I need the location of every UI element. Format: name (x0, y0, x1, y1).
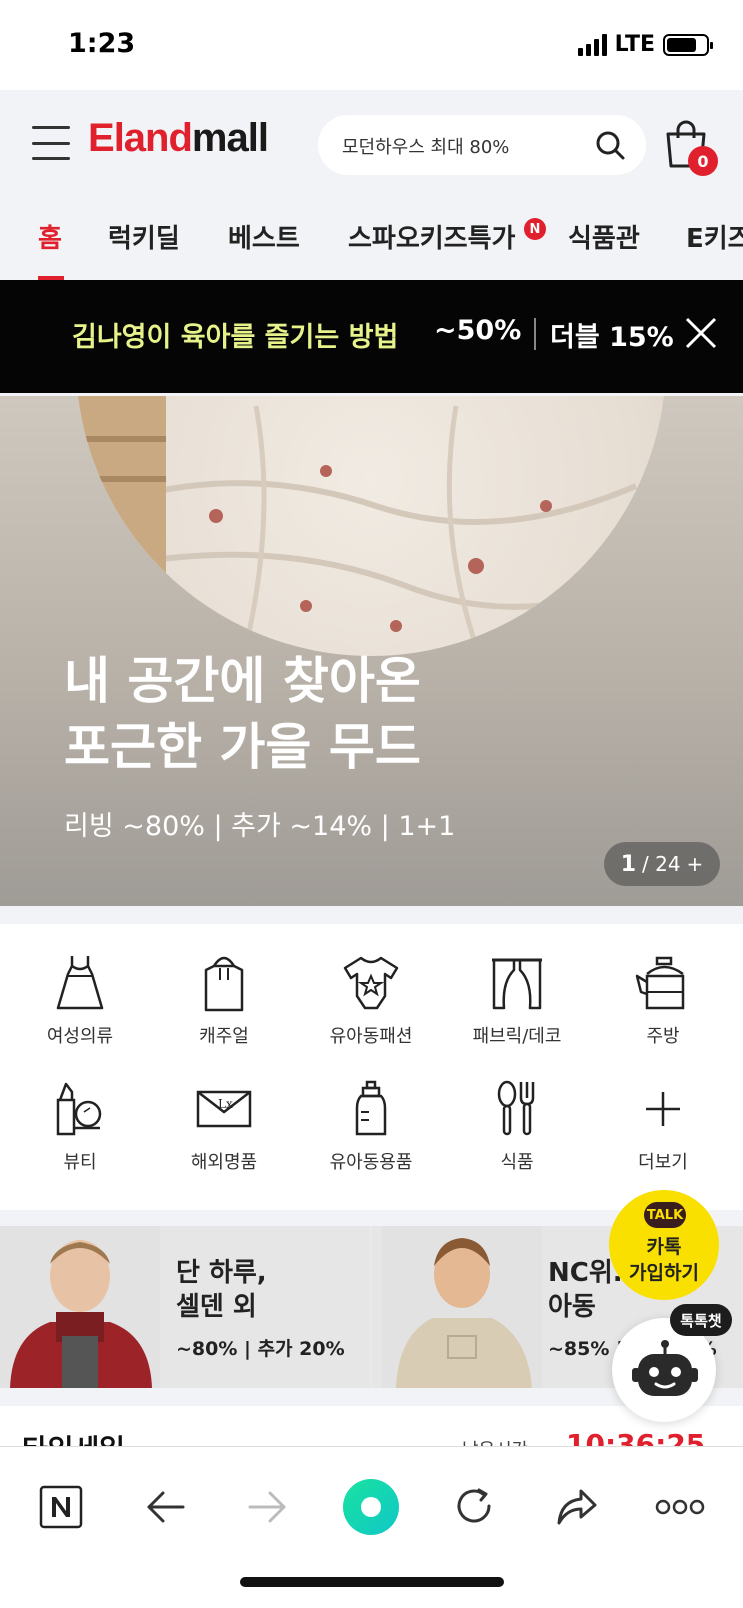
promo-card-selden[interactable]: 단 하루, 셀덴 외 ~80% | 추가 20% (0, 1226, 370, 1388)
slide-counter[interactable]: 1/ 24 + (604, 842, 720, 886)
promo-discount: ~50% (434, 315, 522, 346)
chatbot-button[interactable]: 톡톡챗 (612, 1304, 732, 1422)
cart-button[interactable]: 0 (664, 120, 718, 176)
green-dot-button[interactable] (341, 1477, 401, 1537)
new-badge: N (524, 218, 546, 240)
tab-ekids[interactable]: E키즈 (686, 218, 743, 255)
search-input[interactable]: 모던하우스 최대 80% (342, 133, 509, 159)
naver-home-button[interactable] (31, 1477, 91, 1537)
browser-toolbar (0, 1446, 743, 1608)
dress-icon (56, 956, 104, 1010)
tab-food[interactable]: 식품관 (568, 218, 640, 255)
tab-home[interactable]: 홈 (38, 218, 62, 255)
network-label: LTE (614, 32, 655, 57)
naver-n-icon (39, 1485, 83, 1529)
time-sale-remaining-label: 남은시간 (462, 1436, 528, 1446)
tab-spao-kids[interactable]: 스파오키즈특가 (348, 218, 515, 255)
site-header: Elandmall 모던하우스 최대 80% 0 (0, 90, 743, 198)
refresh-button[interactable] (444, 1477, 504, 1537)
signal-icon (577, 33, 607, 56)
back-button[interactable] (135, 1477, 195, 1537)
robot-icon (632, 1340, 698, 1396)
plus-icon: + (686, 852, 704, 876)
tab-best[interactable]: 베스트 (228, 218, 300, 255)
time-sale-title: 타임세일 (22, 1428, 125, 1446)
plus-icon (646, 1092, 680, 1126)
category-beauty[interactable]: 뷰티 (6, 1078, 154, 1174)
cart-count-badge: 0 (688, 146, 718, 176)
status-bar: 1:23 LTE (0, 0, 743, 90)
baby-bodysuit-icon (343, 956, 399, 1010)
category-kitchen[interactable]: 주방 (589, 952, 737, 1048)
search-icon[interactable] (594, 129, 626, 161)
refresh-icon (457, 1488, 491, 1523)
category-nav: 홈 럭키딜 베스트 스파오키즈특가 N 식품관 E키즈 (0, 198, 743, 280)
time-sale-countdown: 10:36:25 (566, 1428, 706, 1446)
green-dot-icon (343, 1479, 399, 1535)
share-icon (557, 1489, 597, 1525)
ellipsis-icon (655, 1499, 705, 1515)
hero-subtitle: 리빙 ~80% | 추가 ~14% | 1+1 (64, 811, 456, 842)
promo-extra: 더블 15% (550, 322, 674, 353)
kakao-talk-join-button[interactable]: TALK 카톡 가입하기 (609, 1190, 719, 1300)
category-luxury[interactable]: Lx 해외명품 (150, 1078, 298, 1174)
chatbot-label: 톡톡챗 (670, 1304, 732, 1336)
elandmall-logo[interactable]: Elandmall (88, 116, 269, 161)
promo-headline: 김나영이 육아를 즐기는 방법 (72, 322, 399, 353)
hoodie-icon (204, 956, 244, 1012)
promo-card-title: 단 하루, 셀덴 외 (176, 1258, 267, 1322)
time-sale-header: 타임세일 남은시간 10:36:25 (0, 1406, 743, 1446)
tab-lucky-deal[interactable]: 럭키딜 (108, 218, 180, 255)
hero-banner[interactable]: 내 공간에 찾아온 포근한 가을 무드 리빙 ~80% | 추가 ~14% | … (0, 396, 743, 906)
talk-bubble-icon: TALK (644, 1202, 686, 1228)
lipstick-icon (56, 1082, 102, 1136)
category-grid: 여성의류 캐주얼 유아동패션 패브릭/데코 주방 뷰티 Lx 해외명품 유아동용… (0, 924, 743, 1210)
more-options-button[interactable] (650, 1477, 710, 1537)
close-icon[interactable] (684, 316, 718, 350)
kakao-talk-label: 카톡 가입하기 (629, 1236, 699, 1284)
share-button[interactable] (547, 1477, 607, 1537)
promo-card-sub: ~80% | 추가 20% (176, 1338, 345, 1360)
battery-icon (663, 33, 713, 56)
promo-divider (534, 318, 536, 350)
svg-text:Lx: Lx (218, 1097, 233, 1111)
status-indicators: LTE (577, 32, 713, 57)
category-baby-goods[interactable]: 유아동용품 (297, 1078, 445, 1174)
category-casual[interactable]: 캐주얼 (150, 952, 298, 1048)
kid-model-image (0, 1226, 160, 1388)
promo-banner[interactable]: 김나영이 육아를 즐기는 방법 ~50% 더블 15% (0, 280, 743, 393)
category-more[interactable]: 더보기 (589, 1078, 737, 1174)
forward-button[interactable] (238, 1477, 298, 1537)
baby-bottle-icon (355, 1080, 387, 1136)
kettle-icon (635, 956, 685, 1010)
arrow-right-icon (248, 1491, 286, 1523)
menu-icon[interactable] (32, 126, 70, 160)
arrow-left-icon (147, 1491, 185, 1523)
category-womens-clothing[interactable]: 여성의류 (6, 952, 154, 1048)
kid-model-image (382, 1226, 542, 1388)
hero-image (76, 396, 666, 656)
category-food[interactable]: 식품 (443, 1078, 591, 1174)
status-time: 1:23 (68, 28, 136, 59)
search-bar[interactable]: 모던하우스 최대 80% (318, 115, 646, 175)
curtain-icon (492, 958, 542, 1010)
hero-title: 내 공간에 찾아온 포근한 가을 무드 (64, 652, 421, 776)
category-kids-fashion[interactable]: 유아동패션 (297, 952, 445, 1048)
luxury-envelope-icon: Lx (196, 1090, 252, 1128)
category-fabric-deco[interactable]: 패브릭/데코 (443, 952, 591, 1048)
spoon-fork-icon (497, 1080, 535, 1136)
home-indicator (240, 1577, 504, 1587)
